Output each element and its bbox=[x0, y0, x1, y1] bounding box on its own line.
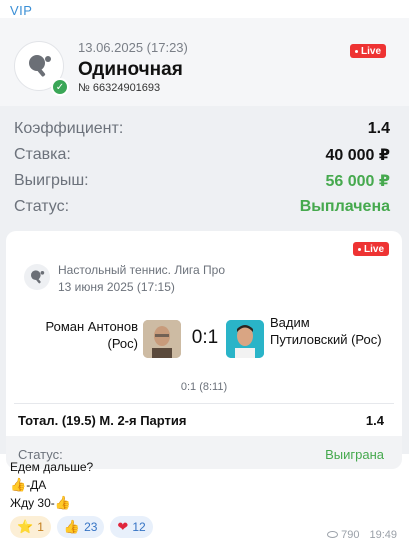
reaction-count: 1 bbox=[37, 520, 44, 534]
row-label: Статус: bbox=[14, 198, 70, 215]
views-count: 790 bbox=[327, 529, 359, 541]
message-line-text: -ДА bbox=[26, 478, 47, 492]
league-name: Настольный теннис. Лига Про bbox=[58, 263, 225, 277]
row-value: Выплачена bbox=[299, 198, 390, 215]
message-time: 19:49 bbox=[369, 529, 397, 541]
winnings-row: Выигрыш: 56 000 ₽ bbox=[14, 168, 390, 194]
player-left-name: Роман Антонов (Рос) bbox=[45, 319, 139, 351]
live-dot-icon bbox=[358, 247, 361, 251]
player-left-photo bbox=[143, 320, 181, 358]
player-right-photo bbox=[226, 320, 264, 358]
message-line: Едем дальше? bbox=[10, 460, 94, 474]
star-icon: ⭐ bbox=[17, 519, 34, 534]
reactions-bar: ⭐ 1 👍 23 ❤ 12 bbox=[10, 516, 153, 538]
row-value: 1.4 bbox=[367, 120, 390, 137]
row-value: 56 000 ₽ bbox=[325, 173, 390, 190]
thumbs-up-icon: 👍 bbox=[54, 495, 71, 510]
message-line: 👍-ДА bbox=[10, 476, 93, 494]
bet-type: Одиночная bbox=[78, 59, 183, 80]
live-dot-icon bbox=[355, 49, 358, 53]
bet-number: № 66324901693 bbox=[78, 82, 161, 94]
reaction-thumbs-up[interactable]: 👍 23 bbox=[56, 516, 105, 538]
thumbs-up-icon: 👍 bbox=[63, 519, 81, 534]
reaction-count: 12 bbox=[132, 520, 146, 534]
thumbs-up-icon: 👍 bbox=[10, 477, 27, 492]
row-label: Коэффициент: bbox=[14, 120, 124, 137]
verified-check-icon: ✓ bbox=[51, 78, 69, 96]
row-label: Ставка: bbox=[14, 146, 71, 163]
odds-row: Коэффициент: 1.4 bbox=[14, 116, 390, 142]
bet-card: ✓ 13.06.2025 (17:23) Одиночная № 6632490… bbox=[0, 18, 409, 469]
market-name: Тотал. (19.5) М. 2-я Партия bbox=[18, 413, 187, 428]
reaction-count: 23 bbox=[84, 520, 98, 534]
stake-row: Ставка: 40 000 ₽ bbox=[14, 142, 390, 168]
vip-label: VIP bbox=[10, 3, 33, 18]
table-tennis-icon bbox=[29, 55, 51, 77]
set-score: 0:1 (8:11) bbox=[180, 381, 228, 393]
message-line: Жду 30-👍 bbox=[10, 494, 93, 512]
live-badge: Live bbox=[353, 242, 390, 256]
status-value: Выиграна bbox=[325, 447, 384, 462]
match-card[interactable]: Настольный теннис. Лига Про 13 июня 2025… bbox=[6, 231, 402, 469]
match-score: 0:1 bbox=[191, 327, 219, 348]
heart-icon: ❤ bbox=[117, 519, 129, 534]
table-tennis-icon bbox=[31, 270, 45, 284]
row-label: Выигрыш: bbox=[14, 172, 89, 189]
reaction-heart[interactable]: ❤ 12 bbox=[110, 516, 153, 538]
message-line-text: Жду 30- bbox=[10, 496, 55, 510]
reaction-star[interactable]: ⭐ 1 bbox=[10, 516, 51, 538]
live-badge: Live bbox=[350, 44, 387, 58]
live-label: Live bbox=[364, 243, 385, 255]
table-tennis-small-avatar bbox=[24, 264, 50, 290]
live-label: Live bbox=[361, 45, 382, 57]
eye-icon bbox=[327, 531, 339, 538]
bet-details: Коэффициент: 1.4 Ставка: 40 000 ₽ Выигры… bbox=[14, 116, 390, 220]
views-value: 790 bbox=[341, 529, 360, 541]
divider bbox=[14, 403, 394, 404]
message-meta: 790 19:49 bbox=[327, 529, 397, 541]
player-right-name: Вадим Путиловский (Рос) bbox=[270, 315, 382, 347]
bet-date: 13.06.2025 (17:23) bbox=[78, 40, 188, 55]
market-odds: 1.4 bbox=[365, 413, 384, 428]
row-value: 40 000 ₽ bbox=[325, 147, 390, 164]
match-date: 13 июня 2025 (17:15) bbox=[58, 280, 175, 294]
status-row: Статус: Выплачена bbox=[14, 194, 390, 220]
message-text: Едем дальше? 👍-ДА Жду 30-👍 bbox=[10, 459, 93, 512]
